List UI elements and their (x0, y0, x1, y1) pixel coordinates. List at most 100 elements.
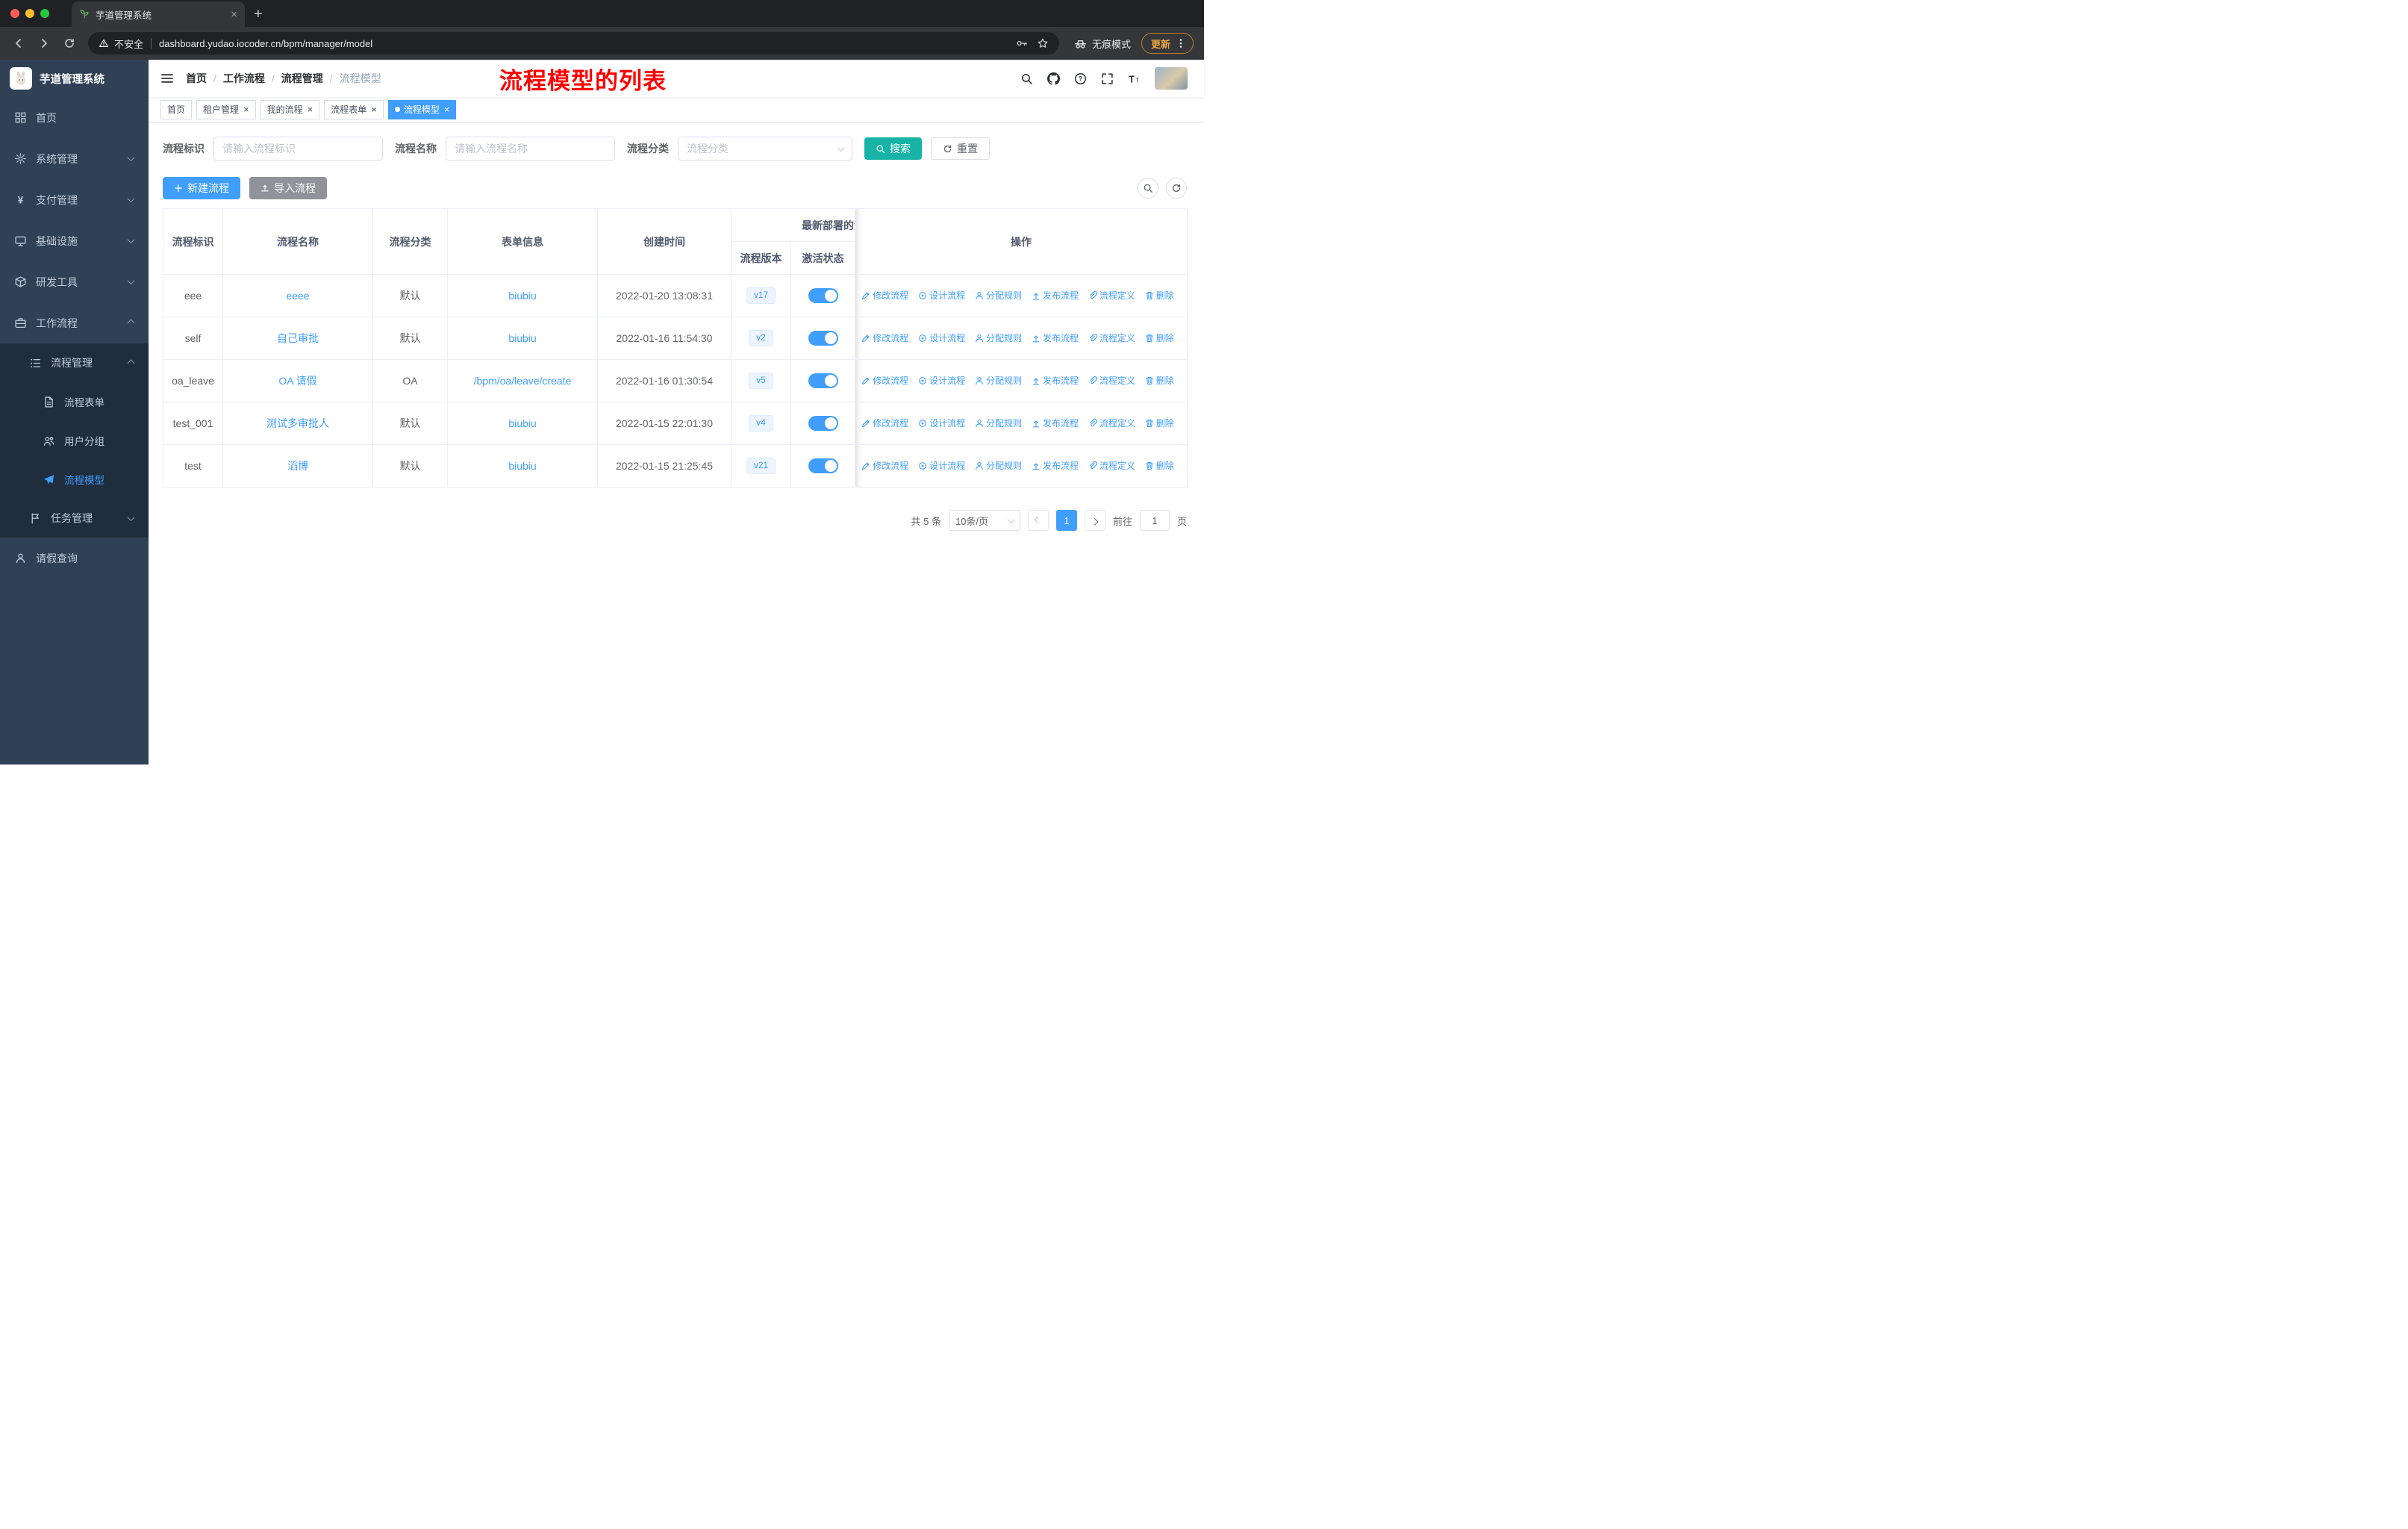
menu-dots-icon[interactable] (1175, 37, 1187, 49)
sidebar-item-payment[interactable]: 支付管理 (0, 179, 149, 220)
process-name-link[interactable]: OA 请假 (278, 375, 316, 387)
close-icon[interactable]: × (444, 104, 450, 115)
create-process-button[interactable]: 新建流程 (163, 177, 240, 199)
process-definition-link[interactable]: 流程定义 (1088, 289, 1135, 302)
delete-process-link[interactable]: 删除 (1145, 331, 1174, 344)
sidebar-item-process-form[interactable]: 流程表单 (0, 382, 149, 421)
edit-process-link[interactable]: 修改流程 (861, 331, 908, 344)
page-size-select[interactable]: 10条/页 (948, 510, 1020, 531)
status-toggle[interactable] (808, 458, 838, 473)
process-name-link[interactable]: 自己审批 (277, 332, 319, 344)
update-button[interactable]: 更新 (1141, 33, 1194, 54)
assign-rule-link[interactable]: 分配规则 (975, 331, 1022, 344)
assign-rule-link[interactable]: 分配规则 (975, 289, 1022, 302)
current-page-button[interactable]: 1 (1055, 510, 1077, 531)
font-size-icon[interactable] (1128, 72, 1141, 85)
assign-rule-link[interactable]: 分配规则 (975, 459, 1022, 472)
form-info-link[interactable]: biubiu (508, 290, 536, 302)
form-info-link[interactable]: /bpm/oa/leave/create (474, 375, 572, 387)
edit-process-link[interactable]: 修改流程 (861, 374, 908, 387)
status-toggle[interactable] (808, 288, 838, 303)
design-process-link[interactable]: 设计流程 (918, 331, 965, 344)
delete-process-link[interactable]: 删除 (1145, 459, 1174, 472)
forward-button[interactable] (33, 32, 55, 55)
sidebar-toggle-button[interactable] (160, 72, 174, 85)
tag-home[interactable]: 首页 (160, 99, 193, 119)
process-definition-link[interactable]: 流程定义 (1088, 417, 1135, 429)
edit-process-link[interactable]: 修改流程 (861, 289, 908, 302)
next-page-button[interactable] (1084, 510, 1105, 531)
tag-process-model[interactable]: 流程模型 × (387, 99, 457, 119)
app-logo[interactable]: 芋道管理系统 (0, 60, 149, 97)
process-name-link[interactable]: 测试多审批人 (266, 417, 329, 429)
reload-button[interactable] (58, 32, 81, 55)
delete-process-link[interactable]: 删除 (1145, 374, 1174, 387)
process-name-input[interactable] (446, 137, 615, 161)
minimize-window-button[interactable] (25, 9, 34, 18)
status-toggle[interactable] (808, 331, 838, 346)
sidebar-item-process-mgmt[interactable]: 流程管理 (0, 343, 149, 382)
tag-process-form[interactable]: 流程表单 × (324, 99, 384, 119)
design-process-link[interactable]: 设计流程 (918, 459, 965, 472)
category-select[interactable]: 流程分类 (678, 137, 852, 161)
process-definition-link[interactable]: 流程定义 (1088, 331, 1135, 344)
form-info-link[interactable]: biubiu (508, 332, 536, 344)
process-name-link[interactable]: eeee (286, 290, 309, 302)
process-name-link[interactable]: 滔博 (287, 460, 308, 472)
breadcrumb-item-home[interactable]: 首页 (186, 71, 207, 86)
sidebar-item-leave-query[interactable]: 请假查询 (0, 538, 149, 579)
edit-process-link[interactable]: 修改流程 (861, 417, 908, 429)
tag-my-process[interactable]: 我的流程 × (260, 99, 320, 119)
sidebar-item-infra[interactable]: 基础设施 (0, 220, 149, 261)
publish-process-link[interactable]: 发布流程 (1032, 417, 1079, 429)
breadcrumb-item-workflow[interactable]: 工作流程 (223, 71, 265, 86)
design-process-link[interactable]: 设计流程 (918, 289, 965, 302)
publish-process-link[interactable]: 发布流程 (1032, 331, 1079, 344)
tag-tenant-mgmt[interactable]: 租户管理 × (196, 99, 256, 119)
back-button[interactable] (7, 32, 30, 55)
goto-page-input[interactable] (1139, 510, 1170, 531)
assign-rule-link[interactable]: 分配规则 (975, 417, 1022, 429)
zoom-window-button[interactable] (40, 9, 49, 18)
sidebar-item-system[interactable]: 系统管理 (0, 138, 149, 179)
delete-process-link[interactable]: 删除 (1145, 417, 1174, 429)
sidebar-item-workflow[interactable]: 工作流程 (0, 302, 149, 343)
form-info-link[interactable]: biubiu (508, 460, 536, 472)
sidebar-item-process-model[interactable]: 流程模型 (0, 460, 149, 499)
sidebar-item-devtools[interactable]: 研发工具 (0, 261, 149, 302)
address-bar[interactable]: 不安全 dashboard.yudao.iocoder.cn/bpm/manag… (88, 32, 1059, 55)
publish-process-link[interactable]: 发布流程 (1032, 374, 1079, 387)
close-icon[interactable]: × (371, 104, 377, 115)
password-key-icon[interactable] (1016, 37, 1028, 49)
sidebar-item-user-group[interactable]: 用户分组 (0, 421, 149, 460)
design-process-link[interactable]: 设计流程 (918, 417, 965, 429)
close-window-button[interactable] (10, 9, 19, 18)
process-definition-link[interactable]: 流程定义 (1088, 374, 1135, 387)
assign-rule-link[interactable]: 分配规则 (975, 374, 1022, 387)
process-key-input[interactable] (213, 137, 383, 161)
import-process-button[interactable]: 导入流程 (249, 177, 327, 199)
close-icon[interactable]: × (308, 104, 314, 115)
refresh-button[interactable] (1166, 178, 1187, 199)
edit-process-link[interactable]: 修改流程 (861, 459, 908, 472)
fullscreen-icon[interactable] (1101, 72, 1114, 85)
breadcrumb-item-process-mgmt[interactable]: 流程管理 (281, 71, 323, 86)
process-definition-link[interactable]: 流程定义 (1088, 459, 1135, 472)
prev-page-button[interactable] (1027, 510, 1049, 531)
status-toggle[interactable] (808, 416, 838, 431)
search-button[interactable]: 搜索 (864, 137, 922, 160)
design-process-link[interactable]: 设计流程 (918, 374, 965, 387)
close-icon[interactable]: × (243, 104, 249, 115)
user-avatar[interactable] (1155, 67, 1188, 90)
sidebar-item-task-mgmt[interactable]: 任务管理 (0, 499, 149, 538)
publish-process-link[interactable]: 发布流程 (1032, 289, 1079, 302)
reset-button[interactable]: 重置 (931, 137, 990, 160)
delete-process-link[interactable]: 删除 (1145, 289, 1174, 302)
sidebar-item-home[interactable]: 首页 (0, 97, 149, 138)
toggle-search-button[interactable] (1138, 178, 1158, 199)
form-info-link[interactable]: biubiu (508, 417, 536, 429)
browser-tab[interactable]: 芋道管理系统 × (72, 1, 245, 27)
github-icon[interactable] (1047, 72, 1060, 85)
publish-process-link[interactable]: 发布流程 (1032, 459, 1079, 472)
bookmark-star-icon[interactable] (1037, 37, 1049, 49)
